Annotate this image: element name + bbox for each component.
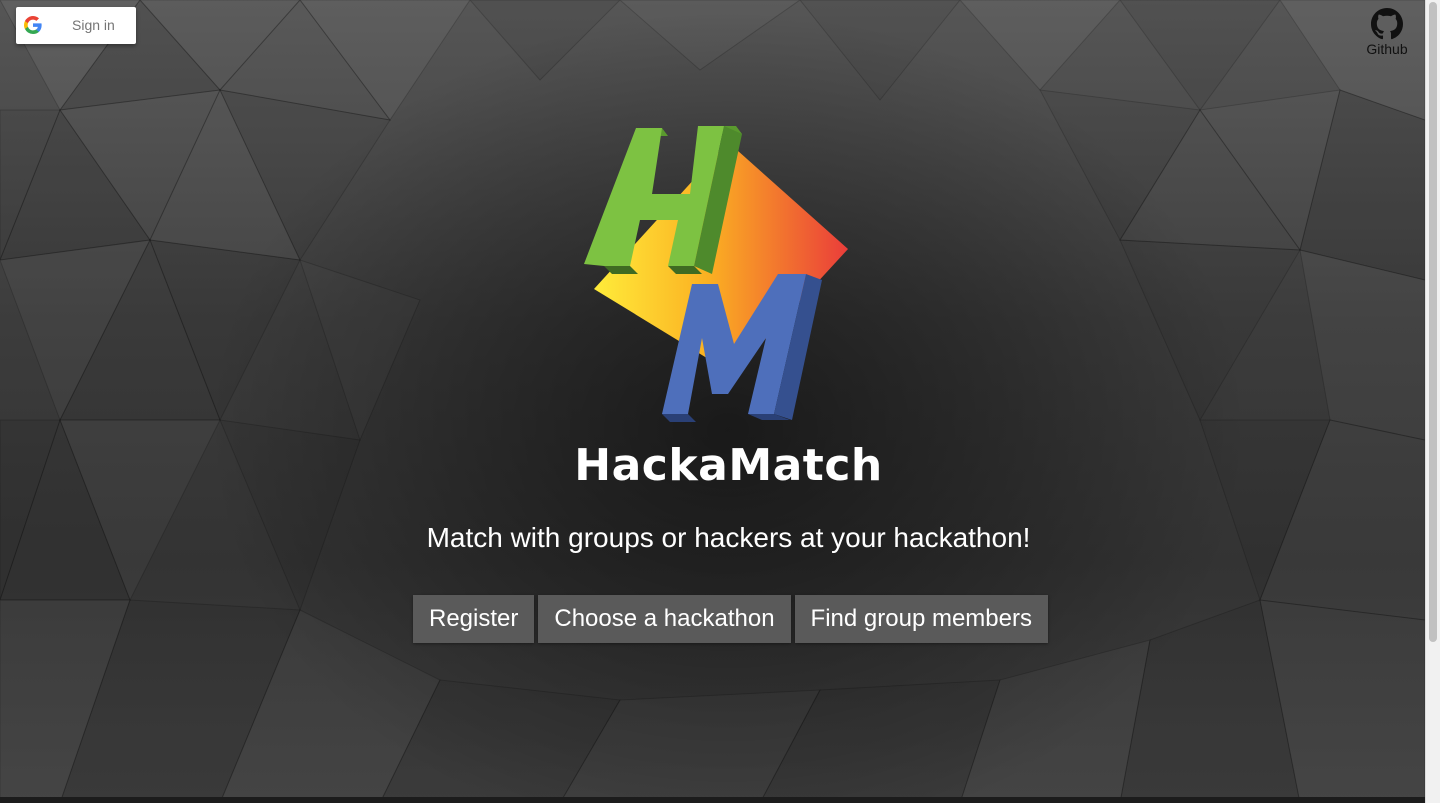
- page-title: HackaMatch: [574, 440, 883, 491]
- bottom-strip: [0, 797, 1425, 803]
- choose-hackathon-button[interactable]: Choose a hackathon: [538, 595, 791, 643]
- google-signin-button[interactable]: Sign in: [16, 7, 136, 44]
- action-buttons: Register Choose a hackathon Find group m…: [413, 595, 1048, 643]
- find-group-members-button[interactable]: Find group members: [794, 595, 1048, 643]
- google-g-icon: [24, 16, 42, 34]
- hackamatch-logo: [584, 126, 848, 422]
- page-subtitle: Match with groups or hackers at your hac…: [426, 522, 1031, 553]
- github-label: Github: [1366, 41, 1408, 57]
- scrollbar-thumb[interactable]: [1429, 2, 1437, 642]
- github-link[interactable]: Github: [1360, 8, 1414, 60]
- register-button[interactable]: Register: [413, 595, 535, 643]
- github-octocat-icon: [1371, 8, 1403, 40]
- vertical-scrollbar[interactable]: [1425, 0, 1440, 803]
- signin-label: Sign in: [72, 17, 115, 33]
